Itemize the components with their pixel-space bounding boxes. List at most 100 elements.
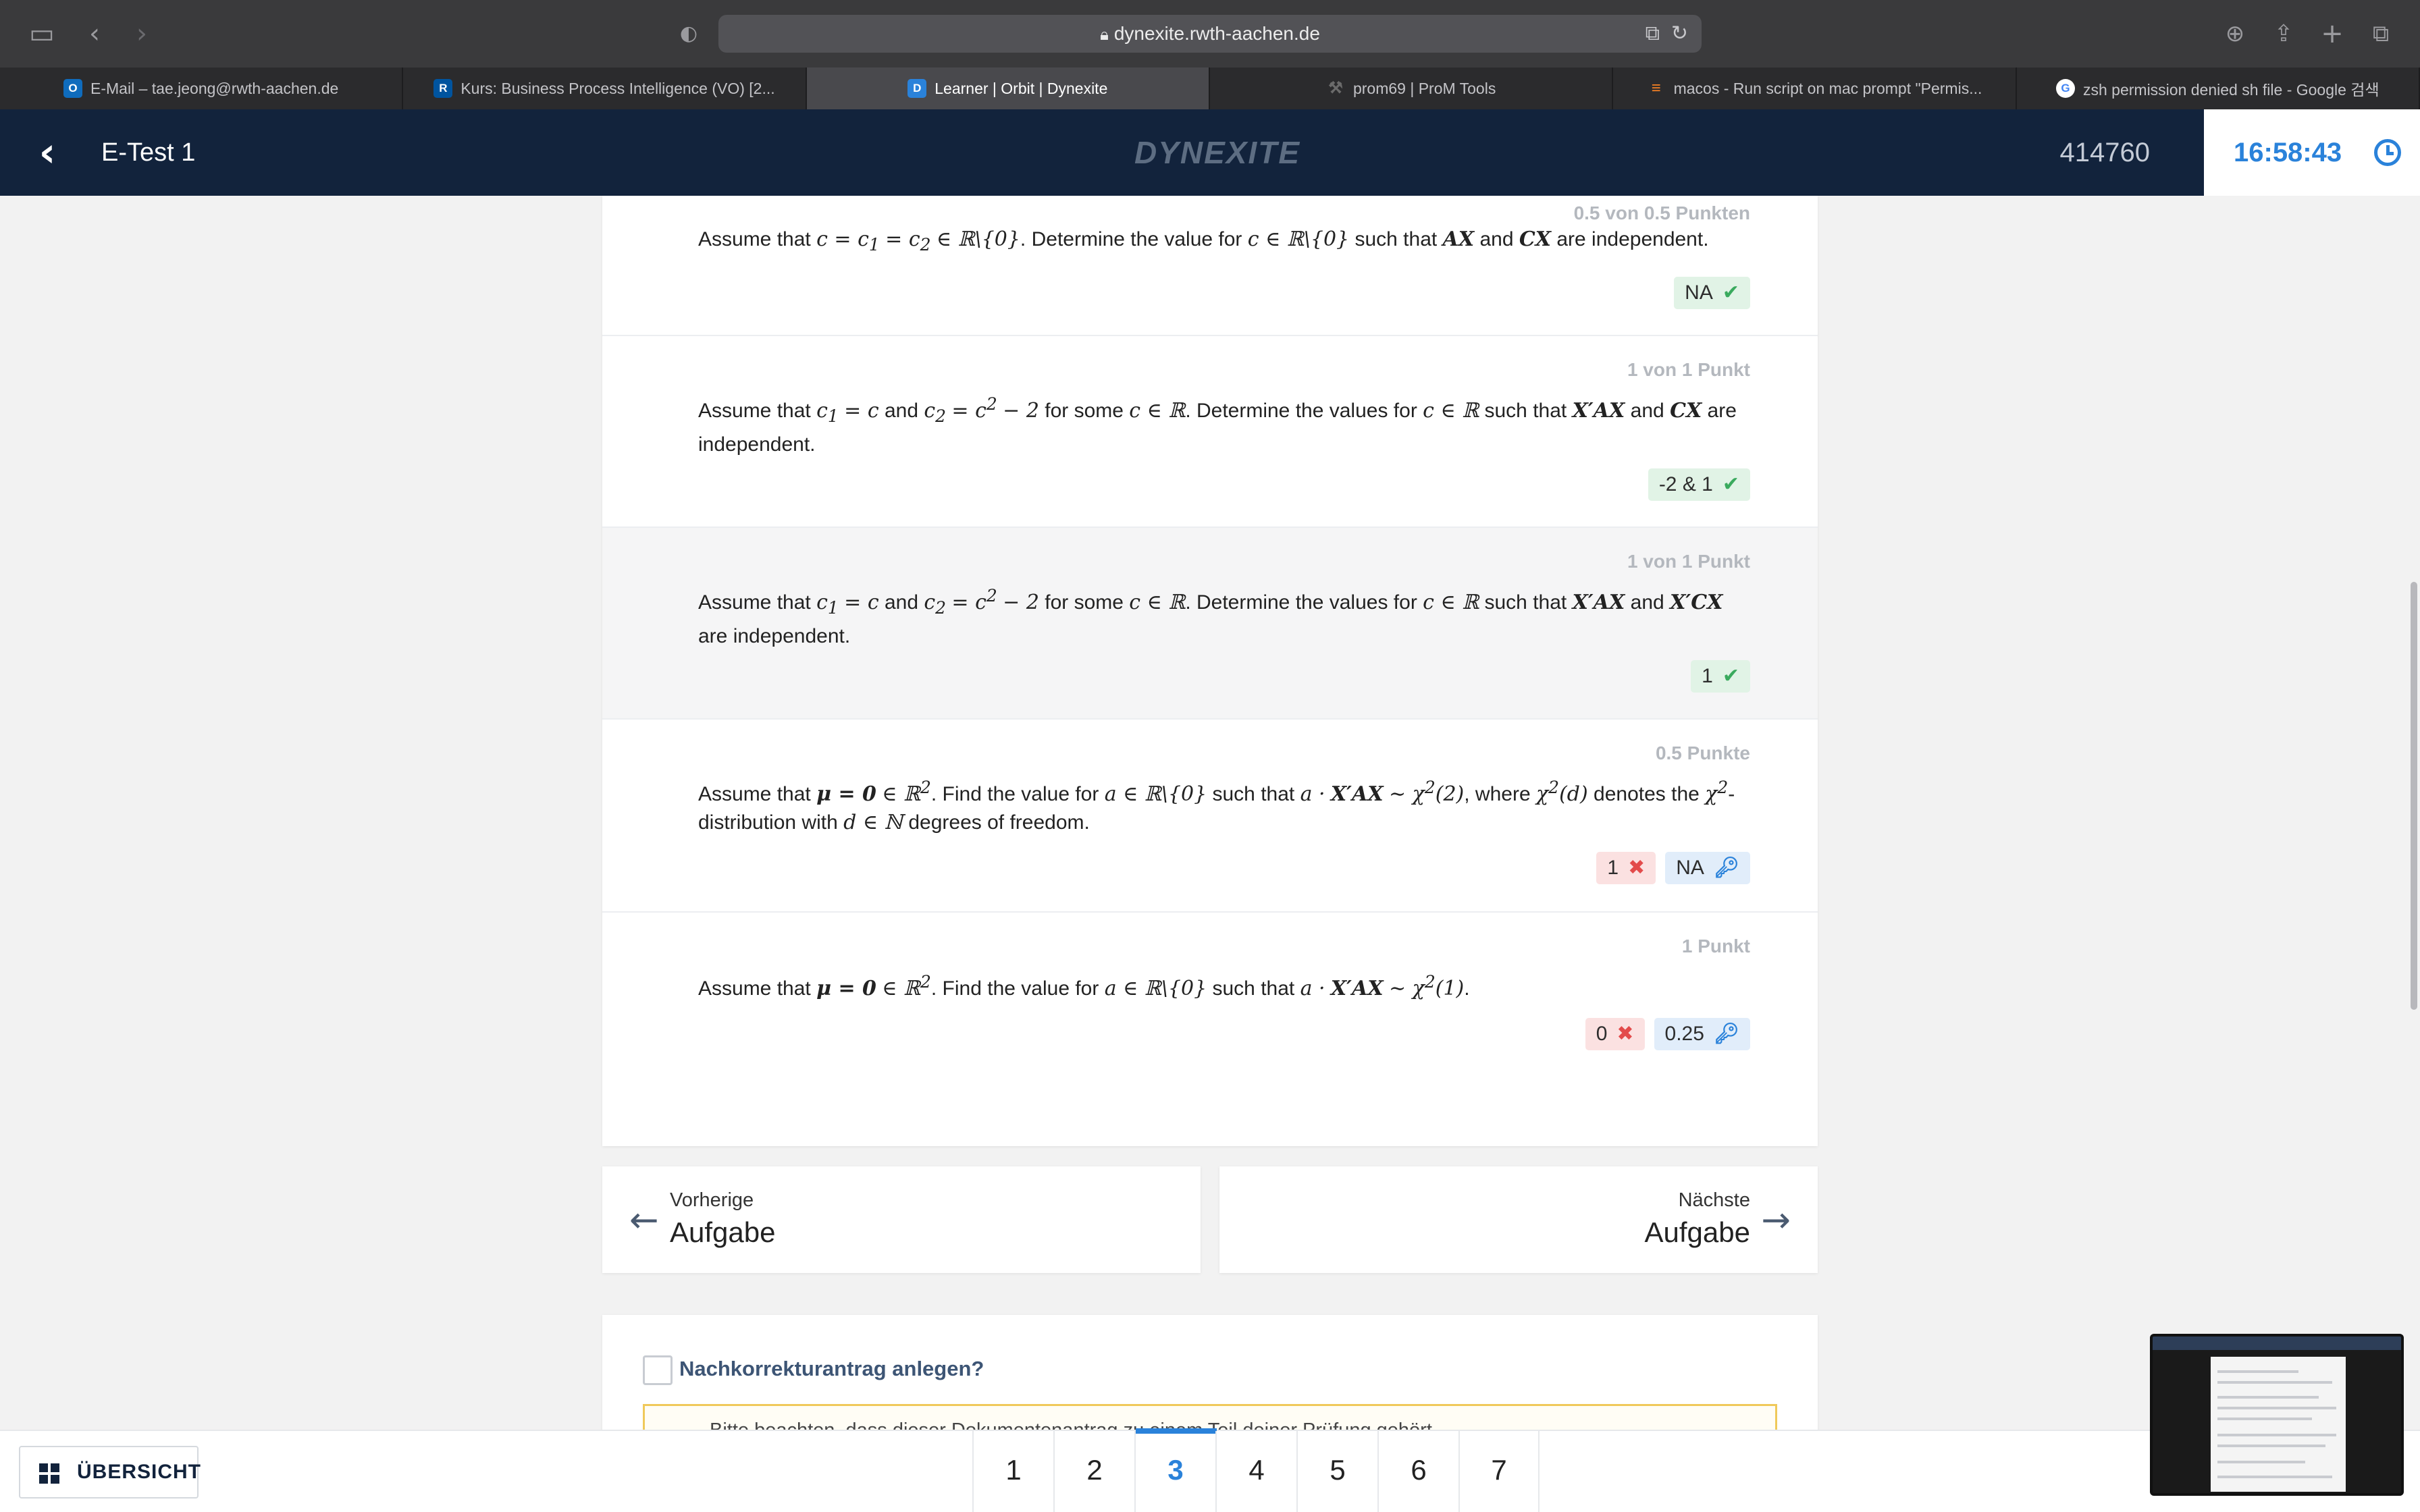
correction-request-label[interactable]: Nachkorrekturantrag anlegen?: [679, 1357, 984, 1381]
url-text: dynexite.rwth-aachen.de: [1113, 23, 1320, 44]
tab-strip: O E-Mail – tae.jeong@rwth-aachen.de R Kurs:…: [0, 68, 2420, 109]
screenshot-thumbnail[interactable]: [2150, 1334, 2404, 1496]
timer-value: 16:58:43: [2234, 138, 2342, 167]
outlook-icon: O: [63, 79, 83, 98]
answer-value: 0: [1596, 1023, 1608, 1045]
next-task-button[interactable]: Nächste Aufgabe →: [1219, 1166, 1818, 1273]
check-icon: ✔: [1722, 281, 1739, 304]
forward-icon[interactable]: ›: [126, 18, 158, 50]
correction-request-checkbox[interactable]: [643, 1355, 673, 1385]
scrollbar-thumb[interactable]: [2411, 582, 2417, 1010]
wrench-icon: ⚒: [1328, 79, 1343, 97]
question-text: Assume that μ = 0 ∈ ℝ2. Find the value f…: [698, 778, 1735, 834]
browser-tab[interactable]: O E-Mail – tae.jeong@rwth-aachen.de: [0, 68, 404, 109]
new-tab-icon[interactable]: +: [2316, 18, 2348, 50]
prev-big-label: Aufgabe: [670, 1216, 776, 1248]
answer-badge-wrong: 0 ✖: [1585, 1018, 1645, 1050]
prev-small-label: Vorherige: [670, 1189, 754, 1211]
tab-overview-icon[interactable]: ⧉: [2365, 18, 2397, 50]
page-button-3[interactable]: 3: [1134, 1428, 1217, 1512]
dynexite-icon: D: [908, 79, 927, 98]
answer-value: 1: [1702, 665, 1713, 687]
page-button-6[interactable]: 6: [1377, 1431, 1458, 1512]
points-label: 1 Punkt: [1681, 936, 1750, 956]
subquestion-5: 1 Punkt Assume that μ = 0 ∈ ℝ2. Find the…: [602, 913, 1818, 1146]
tab-label: prom69 | ProM Tools: [1352, 79, 1496, 97]
answer-badge-correct: NA ✔: [1674, 277, 1750, 309]
arrow-right-icon: →: [1761, 1200, 1791, 1241]
overview-label: ÜBERSICHT: [77, 1461, 202, 1483]
answer-badges: 1 ✖ NA 🔑︎: [1596, 852, 1750, 884]
privacy-shield-icon[interactable]: ◐: [673, 18, 705, 50]
overview-button[interactable]: ÜBERSICHT: [19, 1446, 202, 1498]
url-display[interactable]: 🔒︎ dynexite.rwth-aachen.de: [718, 15, 1702, 53]
page-button-4[interactable]: 4: [1215, 1431, 1296, 1512]
browser-tab[interactable]: ≡ macos - Run script on mac prompt "Permi…: [1613, 68, 2017, 109]
user-id: 414760: [2059, 138, 2150, 167]
answer-value: -2 & 1: [1658, 473, 1713, 495]
share-icon[interactable]: ⇪: [2267, 18, 2300, 50]
thumbnail-header: [2153, 1336, 2401, 1350]
answer-badges: 1 ✔: [1691, 660, 1750, 693]
page-button-7[interactable]: 7: [1458, 1431, 1540, 1512]
thumbnail-page: [2211, 1357, 2346, 1492]
next-small-label: Nächste: [1678, 1189, 1750, 1211]
tab-label: Learner | Orbit | Dynexite: [935, 79, 1108, 97]
next-big-label: Aufgabe: [1644, 1216, 1750, 1248]
address-bar[interactable]: 🔒︎ dynexite.rwth-aachen.de ⧉ ↻: [718, 15, 1702, 53]
tab-label: zsh permission denied sh file - Google 검…: [2082, 81, 2379, 99]
answer-badge-solution: NA 🔑︎: [1665, 852, 1750, 884]
tab-label: Kurs: Business Process Intelligence (VO)…: [461, 79, 775, 97]
back-arrow-icon[interactable]: ‹: [27, 130, 68, 176]
page-pagination: 1234567: [972, 1428, 1540, 1512]
page-button-5[interactable]: 5: [1296, 1431, 1377, 1512]
sidebar-toggle-icon[interactable]: ▭: [26, 18, 58, 50]
translate-icon[interactable]: ⧉: [1646, 20, 1660, 47]
key-icon: 🔑︎: [1713, 856, 1739, 880]
dynexite-logo: DYNEXITE: [1134, 135, 1301, 170]
stackoverflow-icon: ≡: [1651, 79, 1661, 97]
points-label: 0.5 Punkte: [1655, 742, 1750, 763]
previous-task-button[interactable]: ← Vorherige Aufgabe: [602, 1166, 1201, 1273]
app-header: ‹ E-Test 1 DYNEXITE 414760 16:58:43: [0, 109, 2420, 196]
answer-badges: -2 & 1 ✔: [1648, 468, 1750, 501]
browser-tab[interactable]: D Learner | Orbit | Dynexite: [806, 68, 1210, 109]
check-icon: ✔: [1722, 473, 1739, 496]
back-icon[interactable]: ‹: [78, 18, 111, 50]
answer-badges: NA ✔: [1674, 277, 1750, 309]
subquestion-1: 0.5 von 0.5 Punkten Assume that c = c1 =…: [602, 196, 1818, 336]
browser-tab[interactable]: Gzsh permission denied sh file - Google …: [2017, 68, 2420, 109]
browser-tab[interactable]: R Kurs: Business Process Intelligence (VO…: [403, 68, 807, 109]
cross-icon: ✖: [1616, 1022, 1634, 1046]
timer-panel: 16:58:43: [2204, 109, 2420, 196]
subquestion-2: 1 von 1 Punkt Assume that c1 = c and c2 …: [602, 336, 1818, 528]
question-text: Assume that μ = 0 ∈ ℝ2. Find the value f…: [698, 972, 1470, 1000]
cross-icon: ✖: [1628, 856, 1646, 880]
clock-icon: [2374, 139, 2401, 166]
solution-value: 0.25: [1664, 1023, 1704, 1045]
rwth-icon: R: [433, 79, 453, 98]
tab-label: macos - Run script on mac prompt "Permis…: [1673, 79, 1982, 97]
answer-badge-solution: 0.25 🔑︎: [1654, 1018, 1750, 1050]
answer-value: NA: [1685, 281, 1713, 304]
reload-icon[interactable]: ↻: [1671, 20, 1688, 47]
points-label: 1 von 1 Punkt: [1627, 359, 1750, 380]
downloads-icon[interactable]: ⊕: [2219, 18, 2251, 50]
page-button-1[interactable]: 1: [972, 1431, 1053, 1512]
grid-icon: [39, 1463, 59, 1484]
browser-toolbar: ▭ ‹ › ◐ 🔒︎ dynexite.rwth-aachen.de ⧉ ↻ ⊕ …: [0, 0, 2420, 68]
question-card: 0.5 von 0.5 Punkten Assume that c = c1 =…: [602, 196, 1818, 1146]
check-icon: ✔: [1722, 664, 1739, 688]
question-text: Assume that c1 = c and c2 = c2 − 2 for s…: [698, 586, 1723, 647]
points-label: 1 von 1 Punkt: [1627, 551, 1750, 572]
lock-icon: 🔒︎: [1100, 25, 1109, 44]
bottom-bar: ÜBERSICHT 1234567: [0, 1428, 2420, 1512]
subquestion-3: 1 von 1 Punkt Assume that c1 = c and c2 …: [602, 528, 1818, 720]
question-text: Assume that c = c1 = c2 ∈ ℝ\{0}. Determi…: [698, 227, 1709, 254]
solution-value: NA: [1676, 857, 1704, 879]
page-title: E-Test 1: [101, 138, 196, 167]
browser-tab[interactable]: ⚒ prom69 | ProM Tools: [1210, 68, 1614, 109]
question-text: Assume that c1 = c and c2 = c2 − 2 for s…: [698, 394, 1737, 456]
page-button-2[interactable]: 2: [1053, 1431, 1134, 1512]
subquestion-4: 0.5 Punkte Assume that μ = 0 ∈ ℝ2. Find …: [602, 720, 1818, 913]
